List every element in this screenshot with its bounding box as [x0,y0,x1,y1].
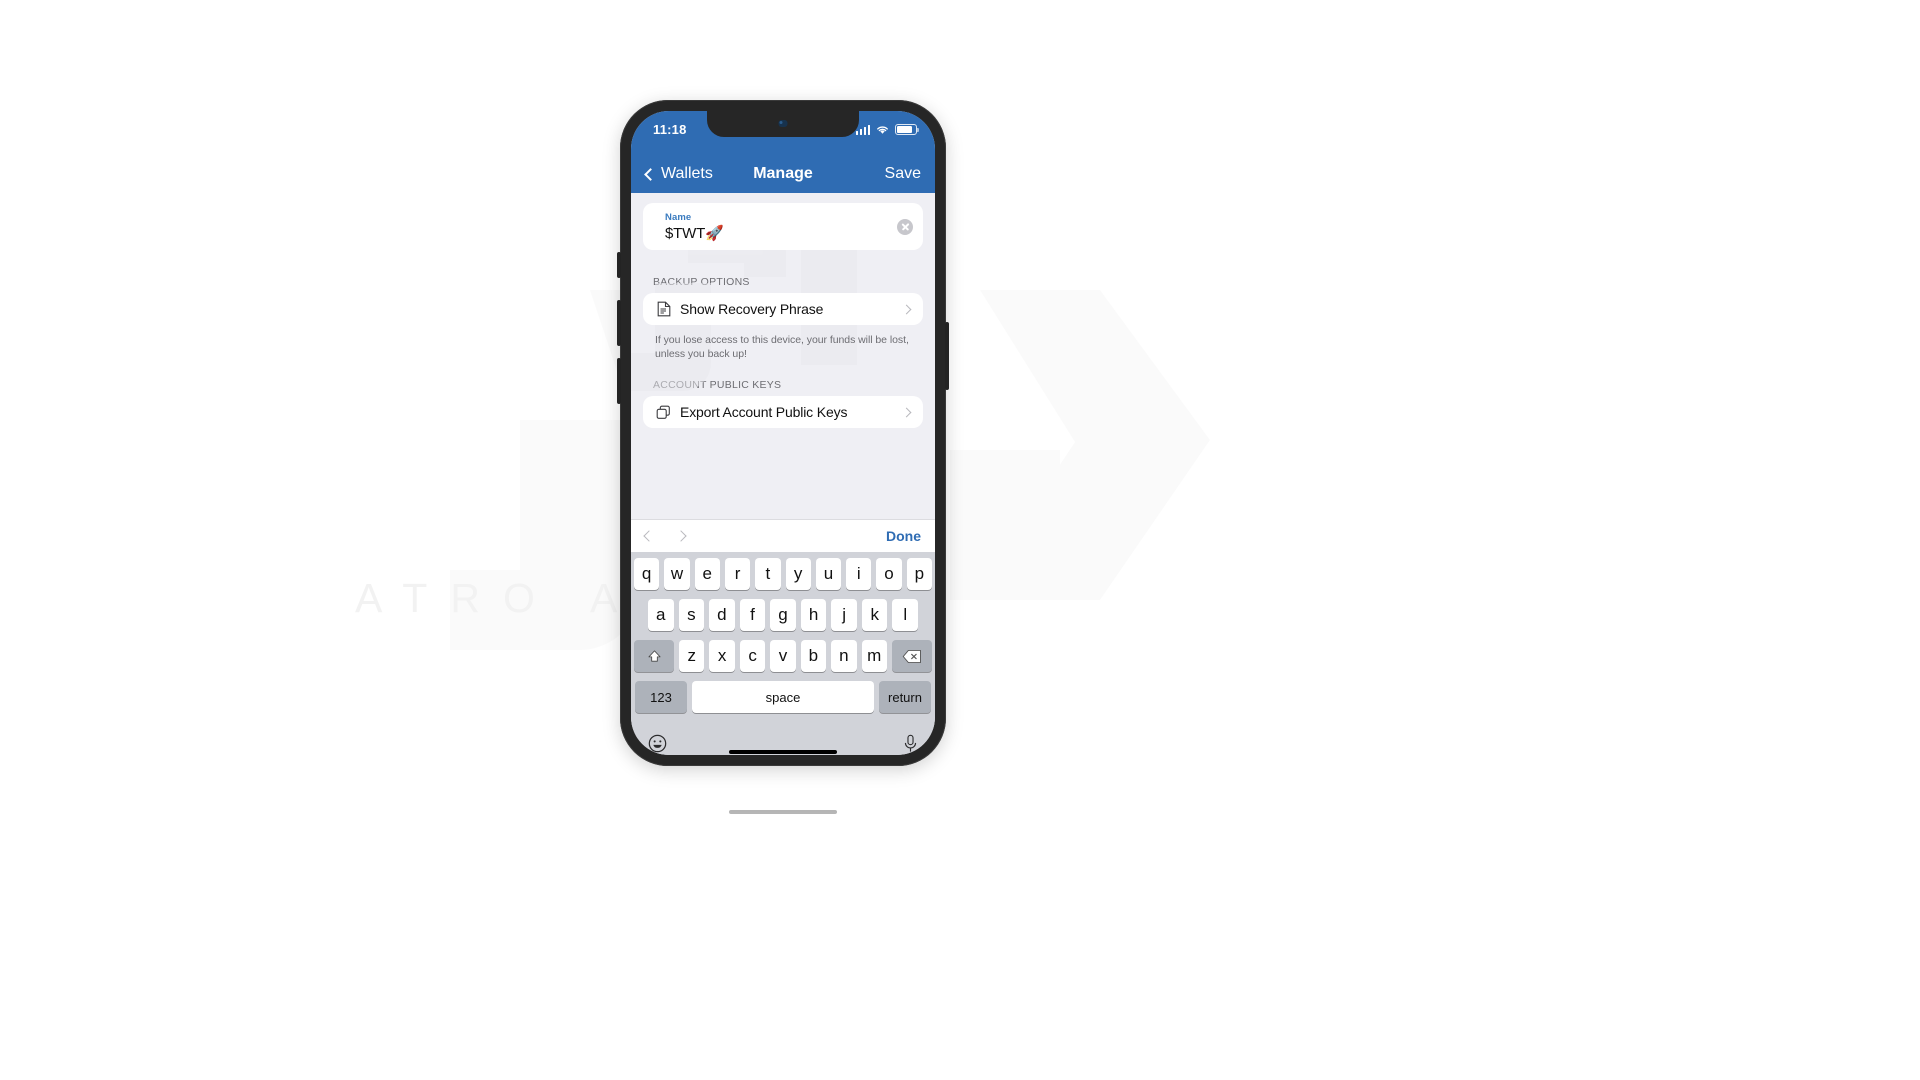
back-button-label: Wallets [661,165,713,182]
name-field-card[interactable]: Name $TWT🚀 [643,203,923,250]
key-m[interactable]: m [861,640,887,672]
key-i[interactable]: i [846,558,872,590]
key-y[interactable]: y [785,558,811,590]
accessory-nav-group [643,530,687,542]
back-button[interactable]: Wallets [644,165,713,183]
shift-arrow-icon [647,649,661,662]
key-c[interactable]: c [739,640,766,672]
key-d[interactable]: d [709,599,735,631]
key-r[interactable]: r [724,558,751,590]
key-v[interactable]: v [770,640,796,672]
list-item-export-account-public-keys[interactable]: Export Account Public Keys [643,396,923,428]
phone-screen: 11:18 Wallets Manage Save Name $TWT🚀 BAC… [631,111,935,755]
name-input[interactable]: $TWT🚀 [665,224,897,242]
backup-options-footer: If you lose access to this device, your … [655,334,909,360]
key-s[interactable]: s [678,599,705,631]
volume-down-button [617,358,621,404]
device-reflection [620,790,946,1080]
key-t[interactable]: t [755,558,781,590]
keyboard-row-4: 123 space return [634,681,932,713]
key-h[interactable]: h [800,599,827,631]
key-e[interactable]: e [694,558,720,590]
key-q[interactable]: q [634,558,660,590]
keyboard-accessory-bar: Done [631,519,935,552]
key-o[interactable]: o [876,558,902,590]
name-field-label: Name [665,211,692,223]
key-p[interactable]: p [906,558,932,590]
chevron-left-icon [644,167,657,181]
key-n[interactable]: n [831,640,857,672]
chevron-right-icon [901,407,912,417]
section-header-backup-options: BACKUP OPTIONS [653,276,750,288]
key-w[interactable]: w [664,558,690,590]
save-button[interactable]: Save [885,165,921,183]
return-key[interactable]: return [879,681,931,713]
list-item-label: Show Recovery Phrase [680,301,824,317]
silent-switch [617,252,621,278]
keyboard-row-3: zxcvbnm [634,640,932,672]
document-icon [655,301,672,318]
battery-icon [895,124,920,135]
key-b[interactable]: b [800,640,827,672]
keyboard-bottom-bar [631,726,935,755]
navigation-bar: Wallets Manage Save [631,155,935,193]
front-camera-icon [778,120,788,127]
list-item-label: Export Account Public Keys [680,404,848,420]
key-k[interactable]: k [861,599,888,631]
home-indicator [729,750,837,754]
keyboard-row-1: qwertyuiop [634,558,932,590]
list-item-show-recovery-phrase[interactable]: Show Recovery Phrase [643,293,923,325]
status-bar-icons [855,124,920,135]
volume-up-button [617,300,621,346]
backspace-key[interactable] [891,640,932,672]
settings-content: Name $TWT🚀 BACKUP OPTIONS Show Recovery … [631,193,935,519]
chevron-right-icon [901,304,912,314]
space-key[interactable]: space [692,681,874,713]
screenshot-canvas: ATRO AG 11:18 Wallets Manage Save Name $… [0,0,1920,1080]
chevron-right-icon[interactable] [675,530,687,542]
microphone-icon[interactable] [903,734,918,753]
name-field-text: Name $TWT🚀 [665,212,897,242]
section-header-account-public-keys: ACCOUNT PUBLIC KEYS [653,379,782,391]
key-x[interactable]: x [709,640,735,672]
copy-icon [655,404,672,421]
keyboard-row-2: asdfghjkl [634,599,932,631]
backup-options-card: Show Recovery Phrase [643,293,923,325]
clear-circle-icon[interactable] [897,218,913,235]
key-g[interactable]: g [770,599,796,631]
numbers-key[interactable]: 123 [635,681,687,713]
key-f[interactable]: f [739,599,766,631]
key-u[interactable]: u [815,558,842,590]
notch [707,111,859,137]
shift-key[interactable] [634,640,675,672]
done-button[interactable]: Done [886,528,921,544]
power-button [945,322,949,390]
key-l[interactable]: l [892,599,919,631]
chevron-left-icon[interactable] [643,530,655,542]
key-a[interactable]: a [647,599,674,631]
key-z[interactable]: z [679,640,705,672]
wifi-icon [877,126,888,134]
phone-device-frame: 11:18 Wallets Manage Save Name $TWT🚀 BAC… [617,100,949,766]
emoji-smiley-icon[interactable] [648,734,667,753]
key-j[interactable]: j [831,599,857,631]
backspace-icon [902,649,921,663]
on-screen-keyboard: qwertyuiop asdfghjkl zxcvbnm 123 space r… [631,552,935,726]
status-bar-time: 11:18 [653,122,687,137]
account-public-keys-card: Export Account Public Keys [643,396,923,428]
status-bar: 11:18 [631,111,935,155]
